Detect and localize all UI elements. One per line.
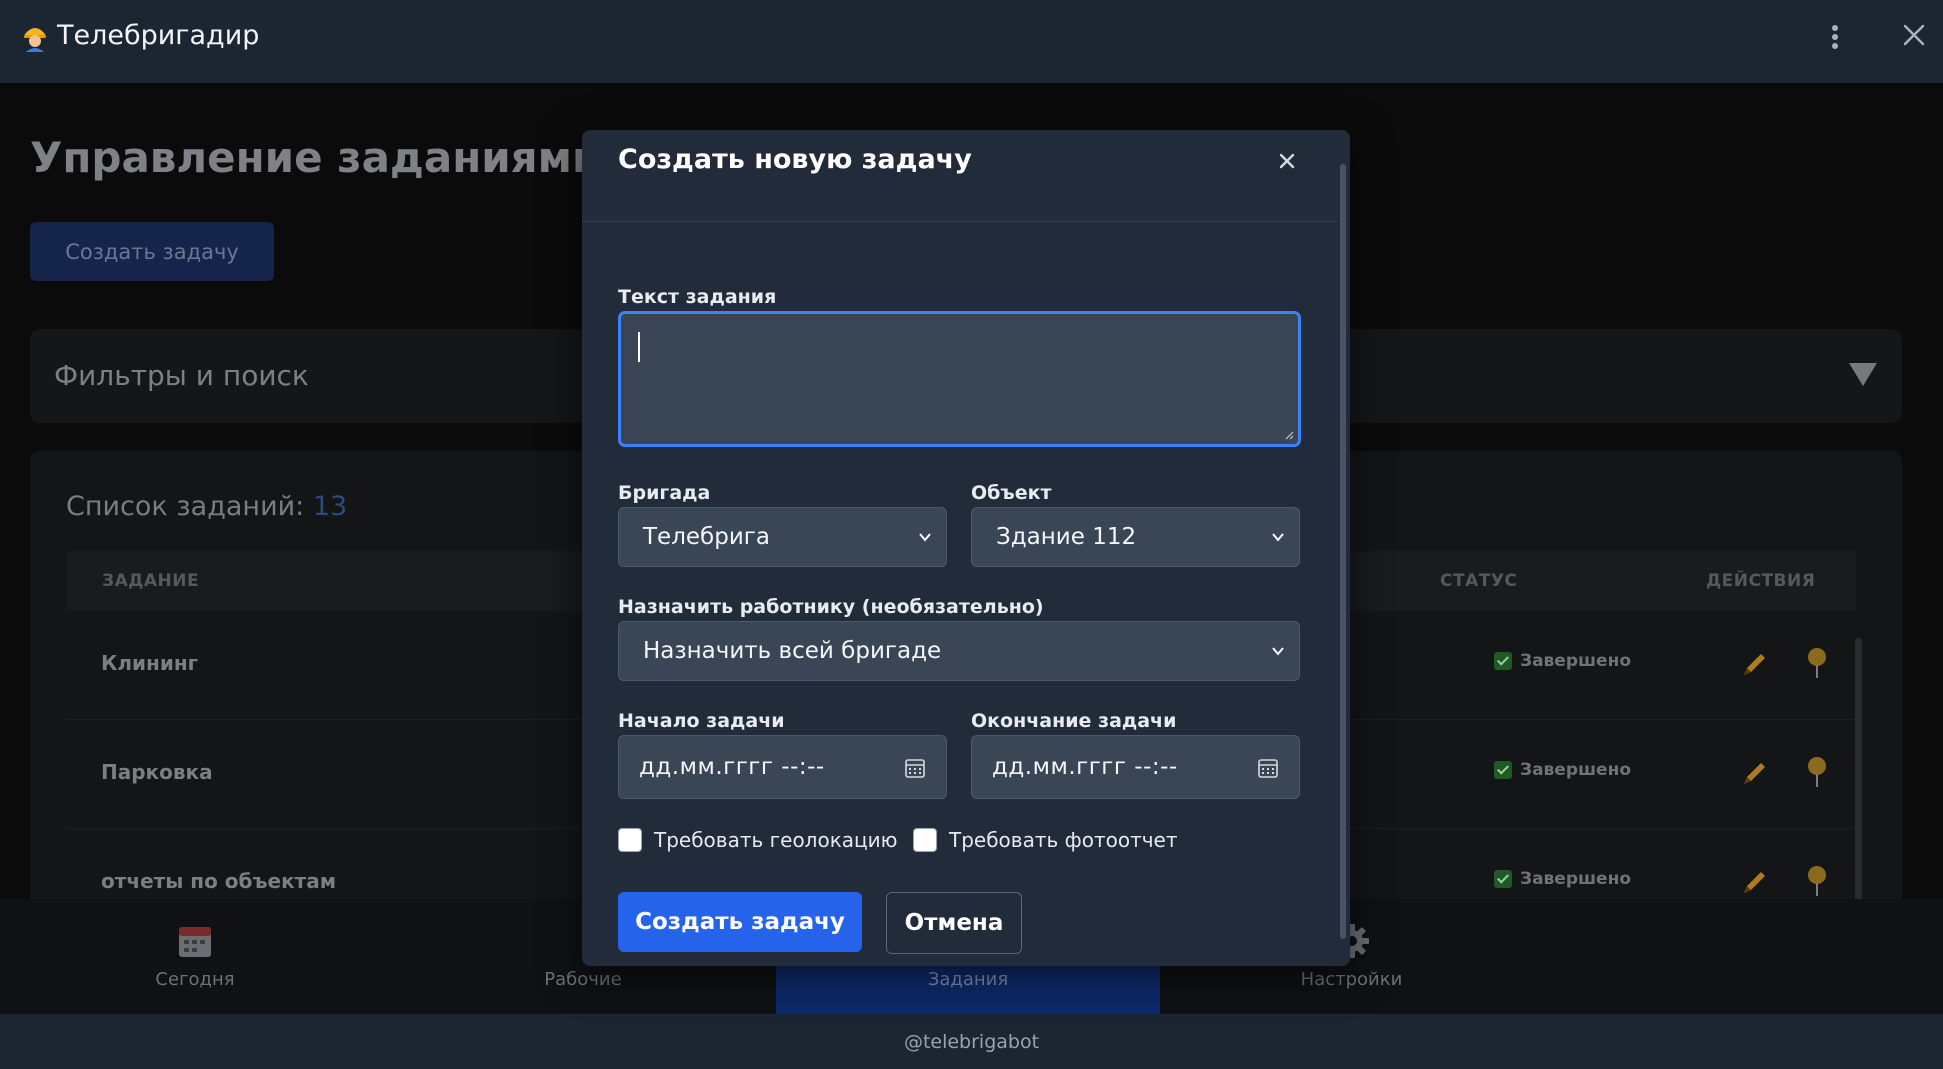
calendar-icon[interactable] [1257, 757, 1279, 779]
page-title: Управление заданиями [30, 133, 602, 182]
status-badge: Завершено [1494, 651, 1631, 671]
create-task-button[interactable]: Создать задачу [30, 222, 274, 281]
task-count: 13 [312, 491, 348, 522]
pin-icon[interactable] [1806, 756, 1828, 788]
start-datetime-input[interactable]: дд.мм.гггг --:-- [618, 735, 947, 799]
submit-create-task-button[interactable]: Создать задачу [618, 892, 862, 952]
column-actions: ДЕЙСТВИЯ [1706, 571, 1816, 591]
assign-worker-select[interactable]: Назначить всей бригаде [618, 621, 1300, 681]
nav-item-today[interactable]: Сегодня [0, 899, 390, 1014]
column-status: СТАТУС [1440, 571, 1518, 591]
more-menu-icon[interactable] [1828, 22, 1842, 52]
require-geolocation-label: Требовать геолокацию [654, 828, 898, 852]
footer: @telebrigabot [0, 1014, 1943, 1069]
start-label: Начало задачи [618, 710, 785, 732]
nav-label-settings: Настройки [1300, 969, 1403, 990]
end-value: дд.мм.гггг --:-- [992, 754, 1178, 780]
checkmark-icon [1494, 761, 1512, 779]
expand-triangle-icon[interactable] [1848, 361, 1878, 387]
pencil-icon[interactable] [1740, 649, 1770, 679]
task-text-field[interactable] [618, 311, 1301, 447]
checkmark-icon [1494, 870, 1512, 888]
task-name: Парковка [101, 760, 213, 784]
title-bar: Телебригадир [0, 0, 1943, 83]
nav-label-workers: Рабочие [544, 969, 622, 990]
task-list-label: Список заданий: [66, 491, 305, 522]
dialog-header: Создать новую задачу [582, 130, 1338, 222]
require-geolocation-option[interactable]: Требовать геолокацию [618, 828, 897, 852]
chevron-down-icon [1272, 533, 1284, 542]
brigade-label: Бригада [618, 482, 711, 504]
create-task-dialog: Создать новую задачу Текст задания Брига… [582, 130, 1350, 966]
dialog-scrollbar[interactable] [1340, 164, 1346, 939]
end-label: Окончание задачи [971, 710, 1177, 732]
cancel-button[interactable]: Отмена [886, 892, 1022, 954]
nav-label-tasks: Задания [927, 969, 1009, 990]
status-text: Завершено [1520, 869, 1632, 889]
close-icon[interactable] [1274, 148, 1300, 174]
require-geolocation-checkbox[interactable] [618, 828, 642, 852]
brigade-select[interactable]: Телебрига [618, 507, 947, 567]
end-datetime-input[interactable]: дд.мм.гггг --:-- [971, 735, 1300, 799]
pin-icon[interactable] [1806, 647, 1828, 679]
require-photo-checkbox[interactable] [913, 828, 937, 852]
resize-grip-icon[interactable] [1284, 430, 1294, 440]
status-text: Завершено [1520, 760, 1632, 780]
object-select[interactable]: Здание 112 [971, 507, 1300, 567]
status-badge: Завершено [1494, 869, 1631, 889]
calendar-icon [179, 927, 211, 957]
brigade-value: Телебрига [643, 524, 770, 550]
require-photo-option[interactable]: Требовать фотоотчет [913, 828, 1178, 852]
app-title: Телебригадир [57, 20, 260, 51]
pin-icon[interactable] [1806, 865, 1828, 897]
checkmark-icon [1494, 652, 1512, 670]
task-name: Клининг [101, 651, 199, 675]
pencil-icon[interactable] [1740, 758, 1770, 788]
assign-value: Назначить всей бригаде [643, 638, 942, 664]
calendar-icon[interactable] [904, 757, 926, 779]
object-value: Здание 112 [996, 524, 1137, 550]
assign-label: Назначить работнику (необязательно) [618, 596, 1044, 618]
close-app-icon[interactable] [1900, 20, 1928, 50]
task-name: отчеты по объектам [101, 869, 337, 893]
object-label: Объект [971, 482, 1052, 504]
filters-title: Фильтры и поиск [54, 359, 309, 392]
dialog-title: Создать новую задачу [618, 144, 972, 175]
status-text: Завершено [1520, 651, 1632, 671]
start-value: дд.мм.гггг --:-- [639, 754, 825, 780]
worker-icon [24, 28, 46, 52]
task-list-title: Список заданий: 13 [66, 491, 347, 522]
task-text-label: Текст задания [618, 286, 777, 308]
nav-label-today: Сегодня [155, 969, 235, 990]
pencil-icon[interactable] [1740, 867, 1770, 897]
chevron-down-icon [1272, 647, 1284, 656]
chevron-down-icon [919, 533, 931, 542]
column-task: ЗАДАНИЕ [102, 571, 200, 591]
status-badge: Завершено [1494, 760, 1631, 780]
footer-handle: @telebrigabot [903, 1030, 1040, 1053]
require-photo-label: Требовать фотоотчет [949, 828, 1178, 852]
text-caret [638, 332, 640, 362]
